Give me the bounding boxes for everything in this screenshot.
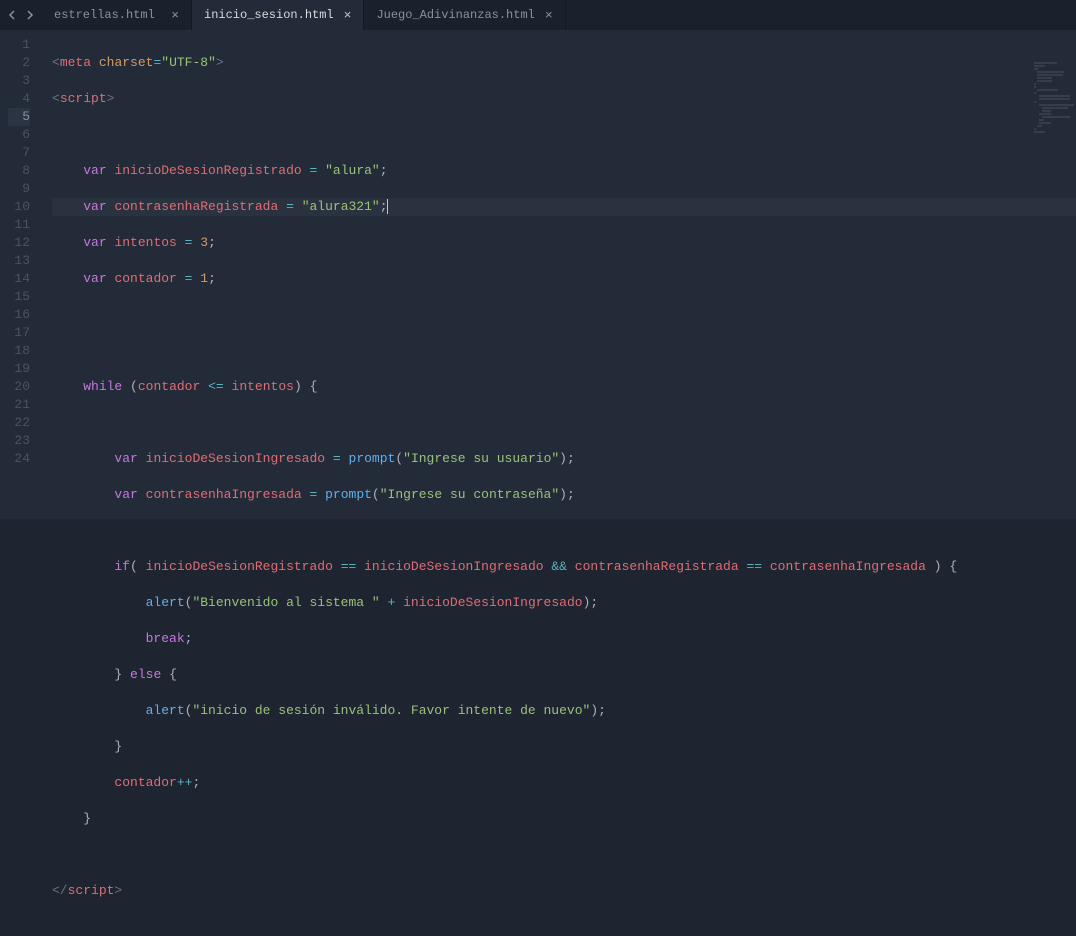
line-number: 13 xyxy=(8,252,30,270)
line-number: 1 xyxy=(8,36,30,54)
cursor xyxy=(387,199,388,214)
tab-label: inicio_sesion.html xyxy=(204,8,334,22)
code-line: var contrasenhaRegistrada = "alura321"; xyxy=(52,198,1076,216)
line-number: 9 xyxy=(8,180,30,198)
tab-bar: estrellas.html × inicio_sesion.html × Ju… xyxy=(0,0,1076,30)
line-number: 7 xyxy=(8,144,30,162)
tab-estrellas[interactable]: estrellas.html × xyxy=(42,0,192,30)
line-number: 8 xyxy=(8,162,30,180)
tab-label: Juego_Adivinanzas.html xyxy=(376,8,534,22)
line-number: 15 xyxy=(8,288,30,306)
line-number: 20 xyxy=(8,378,30,396)
code-line: <script> xyxy=(52,90,1076,108)
code-line xyxy=(52,342,1076,360)
line-number: 23 xyxy=(8,432,30,450)
line-number: 19 xyxy=(8,360,30,378)
code-line: alert("Bienvenido al sistema " + inicioD… xyxy=(52,594,1076,612)
tab-nav xyxy=(0,0,42,30)
code-line: var contador = 1; xyxy=(52,270,1076,288)
code-line: } xyxy=(52,738,1076,756)
close-icon[interactable]: × xyxy=(171,8,179,23)
line-number: 21 xyxy=(8,396,30,414)
tab-inicio-sesion[interactable]: inicio_sesion.html × xyxy=(192,0,364,30)
code-line: var inicioDeSesionRegistrado = "alura"; xyxy=(52,162,1076,180)
tab-prev-icon[interactable] xyxy=(6,8,20,22)
code-line: var inicioDeSesionIngresado = prompt("In… xyxy=(52,450,1076,468)
code-line xyxy=(52,522,1076,540)
code-line: if( inicioDeSesionRegistrado == inicioDe… xyxy=(52,558,1076,576)
code-line: } xyxy=(52,810,1076,828)
line-number: 24 xyxy=(8,450,30,468)
tab-label: estrellas.html xyxy=(54,8,155,22)
code-line: <meta charset="UTF-8"> xyxy=(52,54,1076,72)
code-line: alert("inicio de sesión inválido. Favor … xyxy=(52,702,1076,720)
editor: 1 2 3 4 5 6 7 8 9 10 11 12 13 14 15 16 1… xyxy=(0,30,1076,519)
close-icon[interactable]: × xyxy=(545,8,553,23)
line-number: 3 xyxy=(8,72,30,90)
code-line xyxy=(52,126,1076,144)
line-number: 14 xyxy=(8,270,30,288)
line-number: 10 xyxy=(8,198,30,216)
vertical-scrollbar[interactable] xyxy=(1064,60,1076,519)
code-line: var intentos = 3; xyxy=(52,234,1076,252)
line-number: 17 xyxy=(8,324,30,342)
line-number: 18 xyxy=(8,342,30,360)
tab-juego-adivinanzas[interactable]: Juego_Adivinanzas.html × xyxy=(364,0,565,30)
code-line: } else { xyxy=(52,666,1076,684)
code-line xyxy=(52,846,1076,864)
line-number: 4 xyxy=(8,90,30,108)
line-number: 2 xyxy=(8,54,30,72)
code-line: break; xyxy=(52,630,1076,648)
line-number: 16 xyxy=(8,306,30,324)
code-line: while (contador <= intentos) { xyxy=(52,378,1076,396)
line-number: 12 xyxy=(8,234,30,252)
tab-next-icon[interactable] xyxy=(22,8,36,22)
code-line xyxy=(52,306,1076,324)
close-icon[interactable]: × xyxy=(344,8,352,23)
line-number: 5 xyxy=(8,108,30,126)
code-line: </script> xyxy=(52,882,1076,900)
line-number: 6 xyxy=(8,126,30,144)
code-line: contador++; xyxy=(52,774,1076,792)
line-number: 11 xyxy=(8,216,30,234)
gutter: 1 2 3 4 5 6 7 8 9 10 11 12 13 14 15 16 1… xyxy=(0,30,42,519)
line-number: 22 xyxy=(8,414,30,432)
code-area[interactable]: <meta charset="UTF-8"> <script> var inic… xyxy=(42,30,1076,519)
code-line: var contrasenhaIngresada = prompt("Ingre… xyxy=(52,486,1076,504)
code-line xyxy=(52,414,1076,432)
